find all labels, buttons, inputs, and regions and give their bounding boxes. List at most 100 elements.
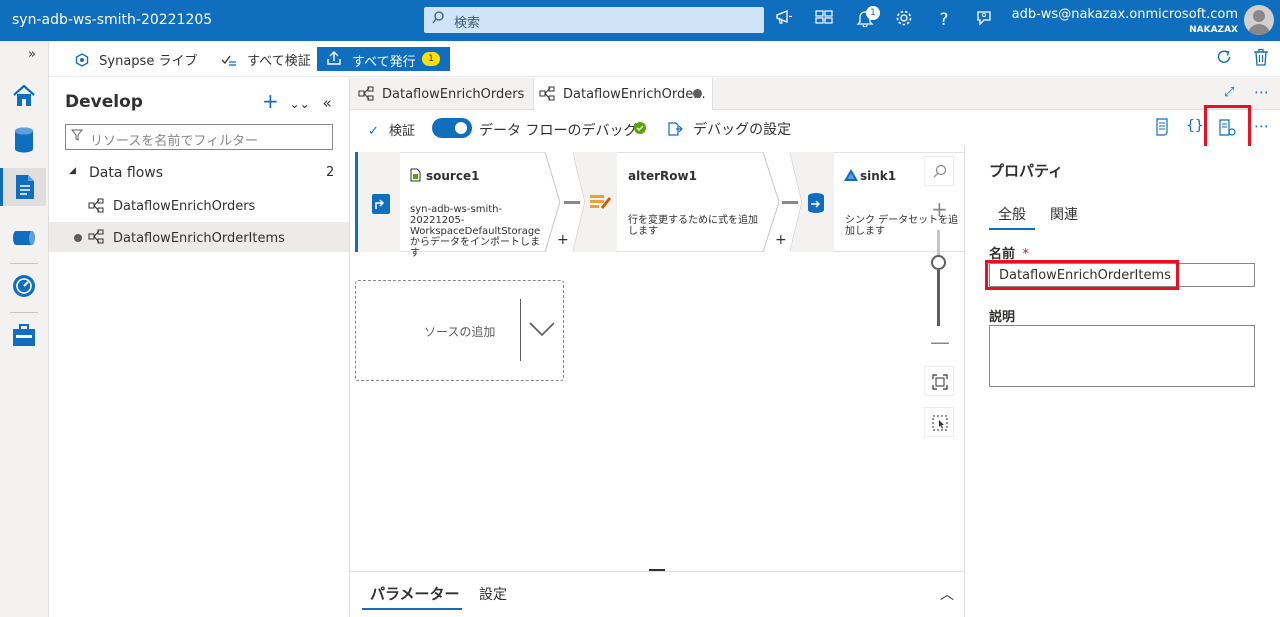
- debug-settings-button[interactable]: デバッグの設定: [667, 119, 791, 139]
- validate-all-button[interactable]: すべて検証: [221, 50, 311, 69]
- publish-all-button[interactable]: すべて発行 1: [317, 47, 450, 71]
- notification-badge: 1: [866, 6, 880, 20]
- node-desc: syn-adb-ws-smith-20221205-WorkspaceDefau…: [410, 204, 541, 259]
- unsaved-dot: [693, 89, 702, 98]
- home-icon: [13, 84, 35, 106]
- monitor-icon: [13, 275, 35, 297]
- tab-related[interactable]: 関連: [1050, 204, 1078, 224]
- dataflow-toolbar: ✓ 検証 データ フローのデバッグ デバッグの設定 {} ⋯: [350, 110, 1280, 146]
- tree-item-dataflow-enrich-orders[interactable]: DataflowEnrichOrders: [49, 191, 349, 221]
- publish-count-badge: 1: [422, 52, 440, 66]
- gear-icon[interactable]: [892, 9, 916, 31]
- validate-all-icon: [221, 55, 236, 66]
- pipeline-icon: [13, 231, 35, 245]
- nav-integrate[interactable]: [0, 219, 46, 257]
- chevron-up-icon[interactable]: ︿: [940, 584, 954, 604]
- tab-settings[interactable]: 設定: [479, 584, 507, 604]
- source-icon: [372, 194, 390, 214]
- nav-manage[interactable]: [0, 316, 46, 354]
- database-icon: [15, 127, 33, 153]
- collapse-all-icon[interactable]: ⌄⌄: [290, 97, 310, 111]
- node-source1[interactable]: source1 syn-adb-ws-smith-20221205-Worksp…: [355, 152, 569, 259]
- maximize-icon[interactable]: ⤢: [1224, 85, 1234, 100]
- tab-dataflow-enrich-order-items[interactable]: DataflowEnrichOrde...: [533, 78, 713, 110]
- nav-data[interactable]: [0, 121, 46, 159]
- node-desc: 行を変更するために式を追加します: [628, 215, 758, 237]
- synapse-icon: [75, 53, 89, 67]
- search-box[interactable]: 検索: [424, 7, 764, 33]
- validate-all-label: すべて検証: [247, 54, 311, 69]
- fit-to-view-button[interactable]: [924, 366, 954, 396]
- script-icon[interactable]: [1154, 118, 1170, 140]
- synapse-live-button[interactable]: Synapse ライブ: [75, 50, 197, 69]
- tree-item-label: DataflowEnrichOrders: [113, 199, 256, 214]
- nav-develop[interactable]: [0, 168, 46, 206]
- fit-view-icon: [932, 374, 948, 390]
- description-label: 説明: [989, 310, 1016, 325]
- dataflow-icon: [88, 198, 104, 213]
- select-tool-button[interactable]: [924, 407, 954, 437]
- workspace-toolbar: Synapse ライブ すべて検証 すべて発行 1: [49, 41, 1280, 77]
- add-source-box[interactable]: ソースの追加: [355, 280, 564, 381]
- tab-dataflow-enrich-orders[interactable]: DataflowEnrichOrders: [350, 78, 533, 110]
- filter-input[interactable]: リソースを名前でフィルター: [65, 124, 333, 150]
- workspace-name[interactable]: syn-adb-ws-smith-20221205: [12, 12, 212, 28]
- filter-placeholder: リソースを名前でフィルター: [90, 134, 259, 149]
- active-tab-indicator: [362, 608, 462, 610]
- add-transform-icon[interactable]: +: [557, 232, 569, 248]
- add-transform-icon[interactable]: +: [775, 232, 787, 248]
- tab-general[interactable]: 全般: [998, 204, 1026, 224]
- feedback-icon[interactable]: [972, 9, 996, 31]
- dataflow-canvas[interactable]: source1 syn-adb-ws-smith-20221205-Worksp…: [350, 146, 964, 572]
- refresh-icon[interactable]: [1215, 48, 1233, 70]
- discard-icon[interactable]: [1253, 48, 1269, 70]
- synapse-dataset-icon: [844, 169, 858, 181]
- debug-status-icon: [634, 122, 646, 138]
- more-actions-icon[interactable]: ⋯: [1254, 117, 1269, 135]
- description-textarea[interactable]: [989, 325, 1255, 387]
- unsaved-dot: [74, 234, 82, 242]
- document-icon: [16, 175, 34, 199]
- tab-parameters[interactable]: パラメーター: [370, 583, 460, 604]
- file-icon: [410, 168, 421, 182]
- help-icon[interactable]: ?: [932, 9, 956, 31]
- node-title: source1: [426, 169, 480, 183]
- megaphone-icon[interactable]: [772, 9, 796, 31]
- add-resource-icon[interactable]: +: [262, 89, 279, 113]
- canvas-search-button[interactable]: [924, 156, 954, 186]
- publish-all-label: すべて発行: [352, 55, 416, 70]
- nav-monitor[interactable]: [0, 267, 46, 305]
- dataflows-section[interactable]: ◢ Data flows 2: [49, 160, 349, 186]
- zoom-out-icon[interactable]: —: [930, 330, 950, 354]
- debug-toggle[interactable]: [432, 118, 472, 138]
- top-bar: syn-adb-ws-smith-20221205 検索 1 ? adb-ws@…: [0, 0, 1280, 41]
- user-tenant: NAKAZAX: [1189, 25, 1238, 35]
- nav-home[interactable]: [0, 77, 46, 115]
- left-nav: »: [0, 41, 49, 617]
- node-title: alterRow1: [628, 169, 697, 183]
- filter-icon: [70, 129, 84, 144]
- code-icon[interactable]: {}: [1186, 118, 1204, 134]
- collapse-panel-icon[interactable]: «: [322, 94, 331, 112]
- highlight-name-field: [985, 260, 1179, 290]
- develop-panel: Develop + ⌄⌄ « リソースを名前でフィルター ◢ Data flow…: [49, 78, 350, 617]
- avatar[interactable]: [1244, 5, 1274, 35]
- section-count: 2: [326, 165, 335, 180]
- chevron-down-icon[interactable]: [529, 321, 555, 337]
- section-label: Data flows: [89, 165, 164, 181]
- node-alterrow1[interactable]: alterRow1 行を変更するために式を追加します +: [573, 152, 787, 252]
- more-tabs-icon[interactable]: ⋯: [1254, 83, 1269, 101]
- directory-icon[interactable]: [812, 9, 836, 31]
- check-icon: ✓: [368, 124, 379, 139]
- validate-button[interactable]: ✓ 検証: [368, 120, 415, 139]
- tree-item-dataflow-enrich-order-items[interactable]: DataflowEnrichOrderItems: [49, 222, 349, 252]
- toolbox-icon: [13, 324, 35, 346]
- zoom-in-icon[interactable]: +: [931, 197, 948, 221]
- user-email[interactable]: adb-ws@nakazax.onmicrosoft.com: [1012, 7, 1238, 22]
- publish-icon: [326, 50, 342, 70]
- zoom-slider-handle[interactable]: [931, 255, 946, 270]
- editor-tabs: DataflowEnrichOrders DataflowEnrichOrde.…: [350, 78, 1280, 110]
- bottom-panel: パラメーター 設定 ︿: [350, 571, 964, 617]
- expand-nav-icon[interactable]: »: [28, 47, 36, 62]
- debug-settings-label: デバッグの設定: [693, 122, 792, 138]
